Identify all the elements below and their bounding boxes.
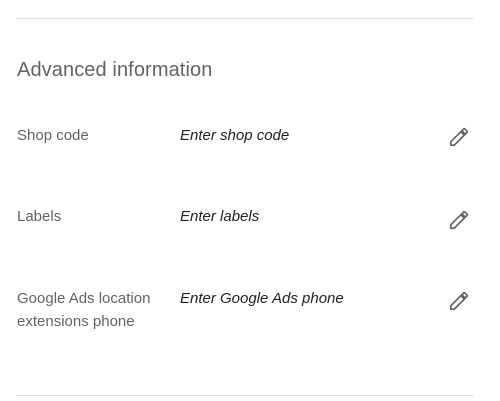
labels-value[interactable]: Enter labels xyxy=(180,205,259,228)
field-label-labels: Labels xyxy=(17,208,62,225)
bottom-divider xyxy=(16,395,474,396)
edit-google-ads-phone-button[interactable] xyxy=(446,288,472,314)
pencil-icon xyxy=(448,290,470,312)
edit-labels-button[interactable] xyxy=(446,207,472,233)
pencil-icon xyxy=(448,209,470,231)
edit-shop-code-button[interactable] xyxy=(446,124,472,150)
field-label-shop-code: Shop code xyxy=(17,127,89,144)
field-label-google-ads-phone: Google Ads location extensions phone xyxy=(17,290,151,330)
shop-code-value[interactable]: Enter shop code xyxy=(180,124,289,147)
google-ads-phone-value[interactable]: Enter Google Ads phone xyxy=(180,287,344,310)
section-title: Advanced information xyxy=(17,59,213,81)
pencil-icon xyxy=(448,126,470,148)
top-divider xyxy=(16,18,474,19)
